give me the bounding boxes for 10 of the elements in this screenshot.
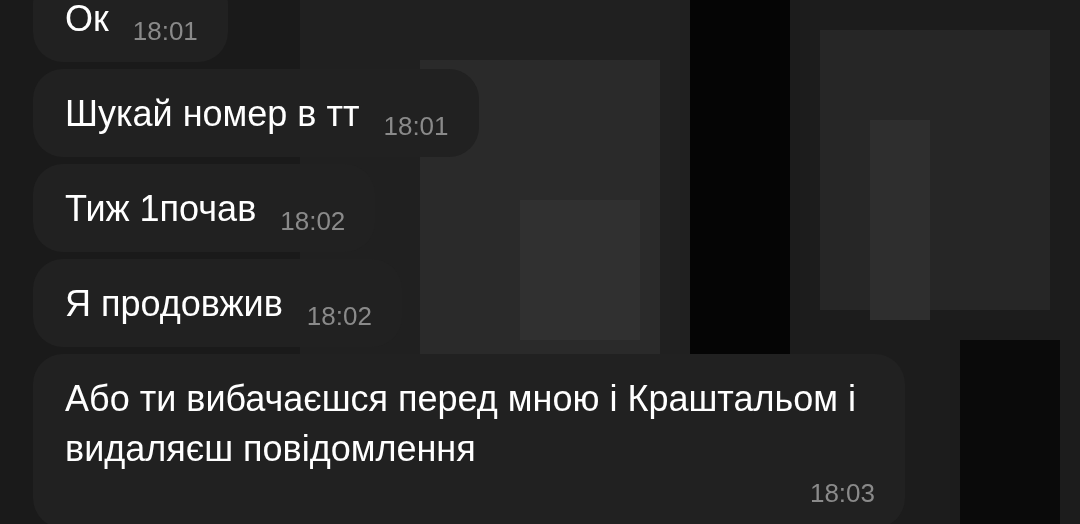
- message-time: 18:03: [809, 478, 875, 508]
- message-time: 18:02: [306, 301, 372, 331]
- message-time: 18:01: [383, 111, 449, 141]
- message-text: Тиж 1почав: [65, 188, 257, 230]
- message-text: Або ти вибачаєшся перед мною і Краштальом і видаляєш повідомлення: [65, 377, 857, 471]
- message-time: 18:02: [280, 206, 346, 236]
- message-text: Шукай номер в тт: [65, 93, 360, 135]
- message-text: Ок: [65, 0, 109, 40]
- message-text: Я продовжив: [65, 283, 283, 325]
- message-time: 18:01: [132, 16, 198, 46]
